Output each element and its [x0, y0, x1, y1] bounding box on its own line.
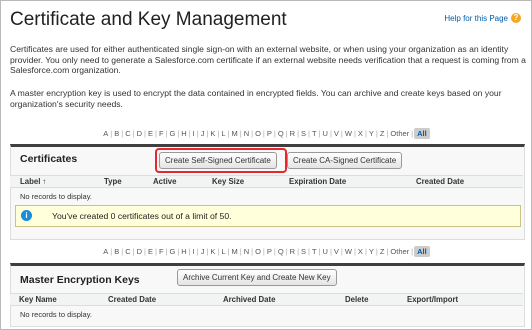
alphabet-letter-u[interactable]: U [322, 129, 329, 138]
alphabet-letter-x[interactable]: X [357, 247, 364, 256]
alphabet-letter-y[interactable]: Y [368, 247, 375, 256]
alphabet-letter-v[interactable]: V [333, 129, 340, 138]
alphabet-letter-r[interactable]: R [289, 247, 296, 256]
info-icon: i [21, 210, 32, 221]
alphabet-letter-s[interactable]: S [300, 247, 307, 256]
certificate-limit-message: i You've created 0 certificates out of a… [15, 205, 521, 227]
keys-table-header: Key Name Created Date Archived Date Dele… [10, 293, 523, 306]
alphabet-separator: | [318, 129, 321, 138]
alphabet-letter-h[interactable]: H [180, 129, 187, 138]
column-delete[interactable]: Delete [345, 295, 368, 304]
certificates-table-header: Label ↑ Type Active Key Size Expiration … [10, 175, 523, 188]
alphabet-letter-p[interactable]: P [266, 247, 273, 256]
certificate-limit-text: You've created 0 certificates out of a l… [52, 211, 232, 221]
highlight-box [155, 148, 287, 173]
alphabet-letter-w[interactable]: W [344, 129, 353, 138]
alphabet-letter-t[interactable]: T [311, 129, 318, 138]
certificates-empty-text: No records to display. [20, 192, 92, 201]
alphabet-letter-o[interactable]: O [254, 247, 262, 256]
encryption-description: A master encryption key is used to encry… [10, 88, 502, 109]
alphabet-letter-t[interactable]: T [311, 247, 318, 256]
alphabet-letter-l[interactable]: L [220, 129, 226, 138]
column-expiration-date[interactable]: Expiration Date [289, 177, 346, 186]
alphabet-letter-d[interactable]: D [136, 129, 143, 138]
alphabet-letter-s[interactable]: S [300, 129, 307, 138]
alphabet-letter-m[interactable]: M [231, 129, 239, 138]
help-link[interactable]: Help for this Page ? [444, 13, 521, 23]
alphabet-letter-r[interactable]: R [289, 129, 296, 138]
archive-and-create-key-button[interactable]: Archive Current Key and Create New Key [177, 269, 337, 286]
alphabet-letter-l[interactable]: L [220, 247, 226, 256]
alphabet-letter-v[interactable]: V [333, 247, 340, 256]
alphabet-letter-d[interactable]: D [136, 247, 143, 256]
column-type[interactable]: Type [104, 177, 122, 186]
alphabet-letter-c[interactable]: C [124, 247, 131, 256]
certificates-description: Certificates are used for either authent… [10, 44, 526, 76]
alphabet-letter-q[interactable]: Q [277, 129, 285, 138]
alphabet-letter-p[interactable]: P [266, 129, 273, 138]
column-created-date[interactable]: Created Date [416, 177, 464, 186]
alphabet-separator: | [132, 247, 135, 256]
column-active[interactable]: Active [153, 177, 176, 186]
alphabet-letter-n[interactable]: N [243, 129, 250, 138]
alphabet-letter-c[interactable]: C [124, 129, 131, 138]
alphabet-letter-other[interactable]: Other [389, 247, 410, 256]
column-label[interactable]: Label ↑ [20, 177, 46, 186]
alphabet-filter-certificates: A | B | C | D | E | F | G | H | I | J | K | L | M | N | O | P | Q | R | S | T |… [1, 128, 531, 139]
alphabet-letter-all[interactable]: All [414, 246, 430, 257]
alphabet-filter-keys: A | B | C | D | E | F | G | H | I | J | K | L | M | N | O | P | Q | R | S | T |… [1, 246, 531, 257]
alphabet-letter-q[interactable]: Q [277, 247, 285, 256]
alphabet-letter-h[interactable]: H [180, 247, 187, 256]
column-key-size[interactable]: Key Size [212, 177, 244, 186]
alphabet-letter-f[interactable]: F [158, 129, 165, 138]
alphabet-letter-f[interactable]: F [158, 247, 165, 256]
alphabet-letter-all[interactable]: All [414, 128, 430, 139]
page-frame: Certificate and Key Management Help for … [0, 0, 532, 330]
alphabet-letter-m[interactable]: M [231, 247, 239, 256]
create-ca-signed-certificate-button[interactable]: Create CA-Signed Certificate [287, 152, 403, 169]
alphabet-letter-e[interactable]: E [147, 129, 154, 138]
alphabet-separator: | [318, 247, 321, 256]
alphabet-letter-n[interactable]: N [243, 247, 250, 256]
alphabet-letter-x[interactable]: X [357, 129, 364, 138]
alphabet-letter-u[interactable]: U [322, 247, 329, 256]
help-icon[interactable]: ? [511, 13, 521, 23]
alphabet-separator: | [227, 247, 230, 256]
keys-empty-text: No records to display. [20, 310, 92, 319]
column-export-import[interactable]: Export/Import [407, 295, 458, 304]
alphabet-letter-o[interactable]: O [254, 129, 262, 138]
alphabet-letter-y[interactable]: Y [368, 129, 375, 138]
column-key-name[interactable]: Key Name [19, 295, 57, 304]
alphabet-letter-w[interactable]: W [344, 247, 353, 256]
alphabet-letter-e[interactable]: E [147, 247, 154, 256]
help-link-label[interactable]: Help for this Page [444, 14, 508, 23]
column-archived-date[interactable]: Archived Date [223, 295, 275, 304]
alphabet-letter-other[interactable]: Other [389, 129, 410, 138]
certificates-title: Certificates [20, 153, 78, 165]
alphabet-separator: | [227, 129, 230, 138]
column-created-date[interactable]: Created Date [108, 295, 156, 304]
alphabet-separator: | [132, 129, 135, 138]
master-encryption-keys-title: Master Encryption Keys [20, 274, 140, 286]
page-title: Certificate and Key Management [10, 9, 287, 30]
